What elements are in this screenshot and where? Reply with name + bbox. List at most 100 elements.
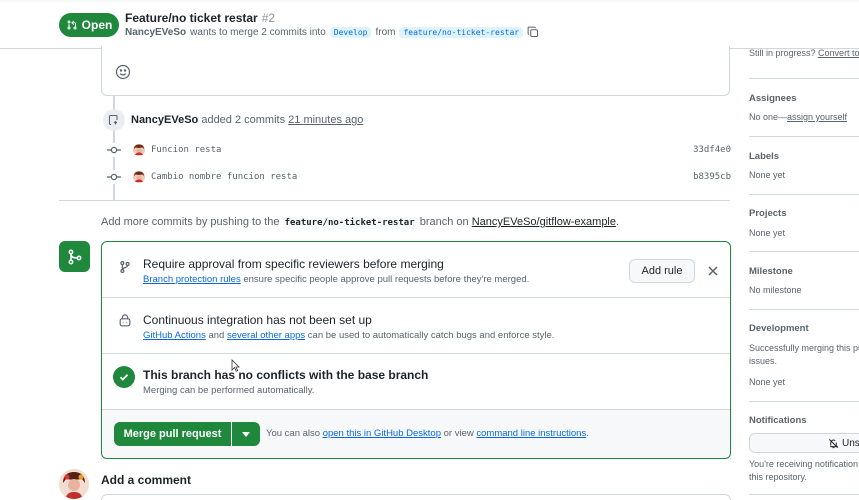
assign-yourself-link[interactable]: assign yourself — [787, 112, 847, 122]
timeline-separator — [59, 200, 730, 201]
base-branch-tag[interactable]: Develop — [329, 26, 372, 38]
unsubscribe-button[interactable]: Uns — [749, 433, 859, 453]
merge-box: Require approval from specific reviewers… — [101, 241, 731, 459]
hint-suffix: . — [616, 216, 620, 228]
event-actor-link[interactable]: NancyEVeSo — [131, 114, 198, 126]
assignees-heading[interactable]: Assignees — [749, 93, 797, 104]
commits-added-event: NancyEVeSo added 2 commits 21 minutes ag… — [131, 114, 363, 126]
git-commit-icon — [107, 170, 121, 184]
sidebar-divider — [749, 309, 859, 310]
commit-row[interactable]: Cambio nombre funcion resta b8395cb — [107, 170, 731, 184]
review-rule-desc: Branch protection rules ensure specific … — [143, 274, 529, 285]
sidebar-divider — [749, 251, 859, 252]
hint-middle: branch on — [419, 216, 469, 228]
git-commit-icon — [107, 143, 121, 157]
branch-protection-link[interactable]: Branch protection rules — [143, 274, 241, 285]
command-line-link[interactable]: command line instructions — [476, 428, 586, 439]
check-circle-icon — [113, 366, 135, 388]
github-actions-link[interactable]: GitHub Actions — [143, 330, 206, 341]
header-top-line — [0, 0, 859, 2]
bell-slash-icon — [829, 438, 839, 448]
hint-repo-link[interactable]: NancyEVeSo/gitflow-example — [472, 216, 616, 228]
comment-editor[interactable] — [101, 494, 731, 500]
event-action: added 2 commits — [201, 114, 286, 126]
merge-pull-request-button[interactable]: Merge pull request — [114, 422, 231, 446]
footer-middle: or view — [443, 428, 474, 439]
commit-sha-link[interactable]: 33df4e0 — [693, 145, 731, 155]
commit-row[interactable]: Funcion resta 33df4e0 — [107, 143, 731, 157]
merge-options-dropdown[interactable] — [232, 422, 260, 446]
convert-to-draft-link[interactable]: Convert to — [818, 48, 859, 58]
ci-title: Continuous integration has not been set … — [143, 313, 372, 327]
close-icon[interactable] — [706, 264, 720, 278]
review-rule-title: Require approval from specific reviewers… — [143, 257, 444, 271]
add-comment-heading: Add a comment — [101, 473, 192, 487]
pull-request-icon — [67, 20, 77, 30]
ci-desc-text: can be used to automatically catch bugs … — [307, 330, 555, 341]
commit-message-link[interactable]: Funcion resta — [151, 145, 221, 155]
pr-title-text: Feature/no ticket restar — [125, 11, 258, 25]
add-rule-button[interactable]: Add rule — [629, 259, 695, 283]
other-apps-link[interactable]: several other apps — [227, 330, 305, 341]
pr-merge-text: wants to merge 2 commits into — [190, 26, 326, 38]
labels-heading[interactable]: Labels — [749, 151, 779, 162]
pr-state-label: Open — [81, 18, 113, 32]
mouse-cursor-icon — [231, 359, 240, 372]
merge-footer: Merge pull request You can also open thi… — [102, 410, 730, 458]
sidebar-divider — [749, 194, 859, 195]
pr-sticky-header: Open Feature/no ticket restar #2 NancyEVe… — [0, 0, 859, 49]
notifications-heading: Notifications — [749, 415, 807, 426]
event-time-link[interactable]: 21 minutes ago — [288, 114, 363, 126]
ci-and-text: and — [208, 330, 225, 341]
conflict-desc: Merging can be performed automatically. — [143, 385, 315, 396]
pr-number: #2 — [261, 11, 276, 25]
merge-status-icon-box — [59, 241, 90, 272]
commit-sha-link[interactable]: b8395cb — [693, 172, 731, 182]
add-reaction-icon[interactable] — [115, 64, 131, 80]
sidebar: Still in progress? Convert to Assignees … — [749, 0, 859, 500]
sidebar-divider — [749, 401, 859, 402]
repo-push-icon — [108, 114, 118, 126]
sidebar-divider — [749, 494, 859, 495]
projects-value: None yet — [749, 228, 786, 238]
hint-prefix: Add more commits by pushing to the — [101, 216, 280, 228]
notif-desc-line1: You're receiving notification — [749, 459, 858, 469]
branch-icon — [120, 261, 130, 273]
avatar — [133, 171, 145, 183]
labels-value: None yet — [749, 170, 786, 180]
development-desc-line2: issues. — [749, 356, 778, 366]
ci-section: Continuous integration has not been set … — [102, 298, 730, 354]
footer-prefix: You can also — [266, 428, 321, 439]
pr-state-badge: Open — [59, 13, 119, 37]
milestone-heading[interactable]: Milestone — [749, 266, 793, 277]
github-desktop-link[interactable]: open this in GitHub Desktop — [323, 428, 441, 439]
commit-message-link[interactable]: Cambio nombre funcion resta — [151, 172, 297, 182]
unsubscribe-label: Uns — [842, 437, 859, 449]
merge-footer-text: You can also open this in GitHub Desktop… — [266, 428, 589, 439]
commit-event-icon-wrapper — [103, 109, 125, 131]
git-merge-icon — [68, 249, 81, 264]
push-hint: Add more commits by pushing to the featu… — [101, 216, 620, 229]
projects-heading[interactable]: Projects — [749, 208, 787, 219]
notif-desc-line2: this repository. — [749, 472, 807, 482]
assignees-value: No one—assign yourself — [749, 112, 847, 122]
draft-text: Still in progress? — [749, 48, 816, 58]
sidebar-divider — [749, 136, 859, 137]
comment-card-bottom — [101, 46, 730, 96]
review-rule-desc-text: ensure specific people approve pull requ… — [243, 274, 530, 285]
copy-icon[interactable] — [527, 26, 539, 38]
review-rule-section: Require approval from specific reviewers… — [102, 242, 730, 298]
avatar — [133, 144, 145, 156]
robot-icon — [119, 314, 131, 327]
pr-from-text: from — [375, 26, 396, 38]
development-heading[interactable]: Development — [749, 323, 809, 334]
conflict-section: This branch has no conflicts with the ba… — [102, 354, 730, 410]
ci-desc: GitHub Actions and several other apps ca… — [143, 330, 554, 341]
development-desc-line1: Successfully merging this pu — [749, 343, 859, 353]
pr-subtitle: NancyEVeSo wants to merge 2 commits into… — [125, 26, 539, 38]
pr-title: Feature/no ticket restar #2 — [125, 11, 275, 25]
draft-prompt: Still in progress? Convert to — [749, 48, 859, 58]
head-branch-tag[interactable]: feature/no-ticket-restar — [399, 26, 524, 38]
avatar — [59, 469, 89, 499]
pr-author-link[interactable]: NancyEVeSo — [125, 27, 186, 38]
